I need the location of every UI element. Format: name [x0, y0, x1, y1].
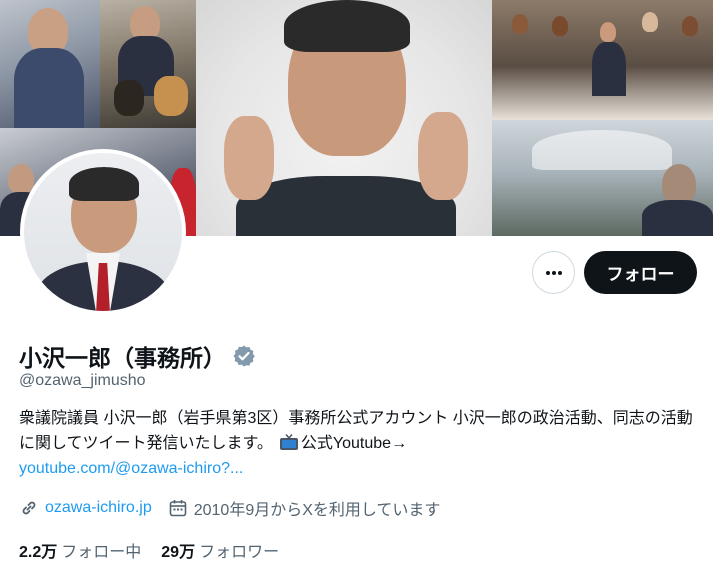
joined-item: 2010年9月からXを利用しています — [168, 496, 441, 520]
avatar[interactable] — [20, 149, 186, 315]
more-options-button[interactable] — [532, 251, 575, 294]
following-count: 2.2万 — [19, 544, 58, 561]
link-icon — [22, 501, 36, 515]
followers-label: フォロワー — [199, 544, 280, 561]
calendar-icon — [169, 500, 187, 517]
ellipsis-icon — [545, 270, 562, 275]
followers-count: 29万 — [161, 544, 196, 561]
banner-photo-1 — [0, 0, 100, 128]
followers-stat[interactable]: 29万 フォロワー — [161, 538, 279, 562]
banner-photo-5 — [492, 0, 713, 120]
profile-meta: ozawa-ichiro.jp 2010年9月からXを利用しています — [19, 496, 456, 520]
verified-badge-icon[interactable] — [232, 344, 256, 368]
display-name: 小沢一郎（事務所） — [19, 345, 226, 371]
website-link[interactable]: ozawa-ichiro.jp — [45, 499, 152, 517]
following-label: フォロー中 — [61, 544, 142, 561]
website-item: ozawa-ichiro.jp — [19, 498, 152, 518]
banner-photo-2 — [100, 0, 196, 128]
bio-link[interactable]: youtube.com/@ozawa-ichiro?... — [19, 460, 243, 477]
tv-icon — [279, 434, 298, 450]
banner-photo-4 — [196, 0, 492, 236]
name-row: 小沢一郎（事務所） — [19, 339, 256, 373]
bio: 衆議院議員 小沢一郎（岩手県第3区）事務所公式アカウント 小沢一郎の政治活動、同… — [19, 406, 699, 481]
follow-button[interactable]: フォロー — [584, 251, 697, 294]
banner-photo-6 — [492, 120, 713, 236]
handle: @ozawa_jimusho — [19, 372, 146, 389]
bio-suffix: 公式Youtube→ — [300, 435, 408, 452]
follow-stats: 2.2万 フォロー中 29万 フォロワー — [19, 538, 299, 562]
joined-date: 2010年9月からXを利用しています — [193, 502, 441, 519]
following-stat[interactable]: 2.2万 フォロー中 — [19, 538, 141, 562]
